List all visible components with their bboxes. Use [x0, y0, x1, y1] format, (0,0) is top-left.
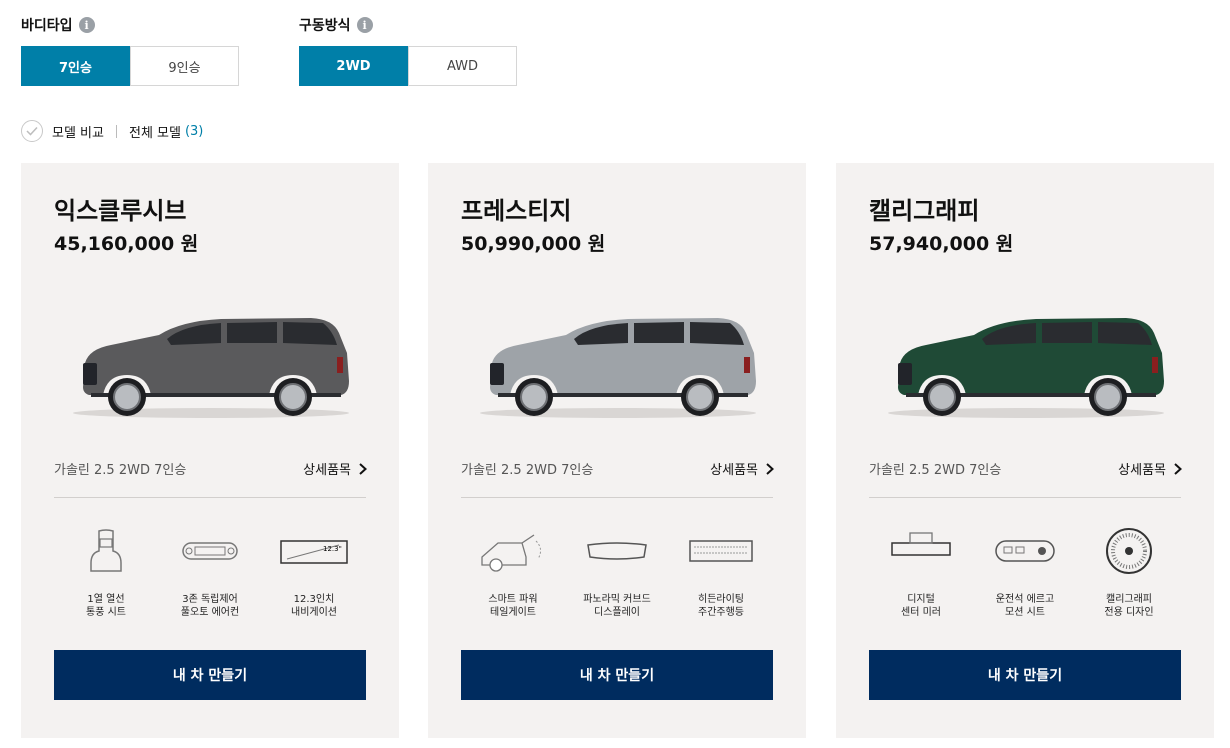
feature-list: 스마트 파워 테일게이트 파노라믹 커브드 디스플레이 히든라이팅 주간주행등	[461, 527, 773, 619]
feature-item: 12.3" 12.3인치 내비게이션	[262, 527, 366, 619]
calligraphy-wheel-icon	[1106, 528, 1152, 574]
chevron-right-icon	[359, 462, 367, 475]
trim-card: 캘리그래피 57,940,000 원 가솔린 2.5 2WD 7인승 상세품목 …	[836, 163, 1214, 738]
divider	[54, 497, 366, 498]
trim-price: 57,940,000 원	[869, 233, 1014, 255]
feature-line-2: 모션 시트	[1005, 607, 1045, 618]
power-tailgate-icon	[481, 534, 542, 572]
feature-list: 디지털 센터 미러 운전석 에르고 모션 시트 캘리그래피 전용 디자인	[869, 527, 1181, 619]
checkmark-icon[interactable]	[21, 120, 43, 142]
car-image	[480, 318, 756, 418]
chevron-right-icon	[766, 462, 774, 475]
body-type-filter: 바디타입 i 7인승 9인승	[21, 14, 239, 86]
car-image	[888, 318, 1164, 418]
digital-mirror-icon	[891, 532, 951, 556]
build-my-car-button[interactable]: 내 차 만들기	[461, 650, 773, 700]
trim-name: 익스클루시브	[54, 197, 187, 225]
info-icon[interactable]: i	[356, 17, 373, 33]
body-type-option-9[interactable]: 9인승	[130, 46, 239, 86]
feature-line-2: 전용 디자인	[1104, 607, 1154, 618]
divider	[115, 124, 117, 138]
chevron-right-icon	[1174, 462, 1182, 475]
trim-card: 프레스티지 50,990,000 원 가솔린 2.5 2WD 7인승 상세품목 …	[428, 163, 806, 738]
body-type-option-7[interactable]: 7인승	[21, 46, 130, 86]
trim-name: 프레스티지	[461, 197, 572, 225]
trim-spec: 가솔린 2.5 2WD 7인승	[54, 463, 187, 478]
feature-line-1: 3존 독립제어	[182, 594, 238, 605]
detail-label: 상세품목	[303, 463, 351, 478]
body-type-segmented: 7인승 9인승	[21, 46, 239, 86]
feature-line-1: 디지털	[907, 594, 935, 605]
feature-line-2: 풀오토 에어컨	[180, 607, 240, 618]
feature-line-2: 내비게이션	[291, 607, 337, 618]
detail-link[interactable]: 상세품목	[1118, 459, 1182, 478]
feature-line-2: 통풍 시트	[86, 607, 126, 618]
drive-option-2wd[interactable]: 2WD	[299, 46, 408, 86]
climate-control-icon	[182, 542, 238, 560]
ergo-seat-icon	[995, 540, 1055, 562]
feature-line-2: 테일게이트	[490, 607, 536, 618]
all-models-count: (3)	[184, 123, 204, 139]
feature-item: 스마트 파워 테일게이트	[461, 527, 565, 619]
detail-label: 상세품목	[710, 463, 758, 478]
display-size-label: 12.3"	[323, 545, 342, 553]
drive-option-awd[interactable]: AWD	[408, 46, 517, 86]
feature-list: 1열 열선 통풍 시트 3존 독립제어 풀오토 에어컨 12.3" 12.3인치…	[54, 527, 366, 619]
info-icon[interactable]: i	[78, 17, 95, 33]
detail-link[interactable]: 상세품목	[303, 459, 367, 478]
heated-seat-icon	[90, 529, 122, 572]
feature-line-1: 12.3인치	[293, 594, 335, 605]
drive-label: 구동방식	[299, 18, 351, 34]
drive-filter: 구동방식 i 2WD AWD	[299, 14, 517, 86]
feature-line-1: 스마트 파워	[488, 594, 538, 605]
compare-row: 모델 비교 전체 모델 (3)	[21, 120, 203, 142]
build-my-car-button[interactable]: 내 차 만들기	[869, 650, 1181, 700]
feature-line-2: 센터 미러	[901, 607, 941, 618]
curved-display-icon	[587, 542, 647, 560]
trim-spec: 가솔린 2.5 2WD 7인승	[461, 463, 594, 478]
feature-line-1: 파노라믹 커브드	[583, 594, 651, 605]
divider	[869, 497, 1181, 498]
feature-item: 히든라이팅 주간주행등	[669, 527, 773, 619]
feature-line-1: 운전석 에르고	[995, 594, 1055, 605]
all-models-label: 전체 모델	[128, 125, 181, 141]
body-type-label: 바디타입	[21, 18, 73, 34]
feature-item: 디지털 센터 미러	[869, 527, 973, 619]
feature-line-2: 디스플레이	[594, 607, 640, 618]
divider	[461, 497, 773, 498]
feature-line-2: 주간주행등	[698, 607, 744, 618]
feature-line-1: 1열 열선	[87, 594, 125, 605]
navigation-icon: 12.3"	[280, 540, 348, 564]
build-my-car-button[interactable]: 내 차 만들기	[54, 650, 366, 700]
detail-label: 상세품목	[1118, 463, 1166, 478]
feature-line-1: 캘리그래피	[1106, 594, 1152, 605]
feature-item: 1열 열선 통풍 시트	[54, 527, 158, 619]
car-image	[73, 318, 349, 418]
drive-segmented: 2WD AWD	[299, 46, 517, 86]
feature-item: 캘리그래피 전용 디자인	[1077, 527, 1181, 619]
trim-price: 45,160,000 원	[54, 233, 199, 255]
trim-name: 캘리그래피	[869, 197, 980, 225]
feature-line-1: 히든라이팅	[698, 594, 744, 605]
trim-price: 50,990,000 원	[461, 233, 606, 255]
hidden-lighting-icon	[689, 540, 753, 562]
trim-spec: 가솔린 2.5 2WD 7인승	[869, 463, 1002, 478]
detail-link[interactable]: 상세품목	[710, 459, 774, 478]
feature-item: 파노라믹 커브드 디스플레이	[565, 527, 669, 619]
trim-card: 익스클루시브 45,160,000 원 가솔린 2.5 2WD 7인승 상세품목…	[21, 163, 399, 738]
feature-item: 3존 독립제어 풀오토 에어컨	[158, 527, 262, 619]
compare-label[interactable]: 모델 비교	[52, 122, 104, 141]
feature-item: 운전석 에르고 모션 시트	[973, 527, 1077, 619]
